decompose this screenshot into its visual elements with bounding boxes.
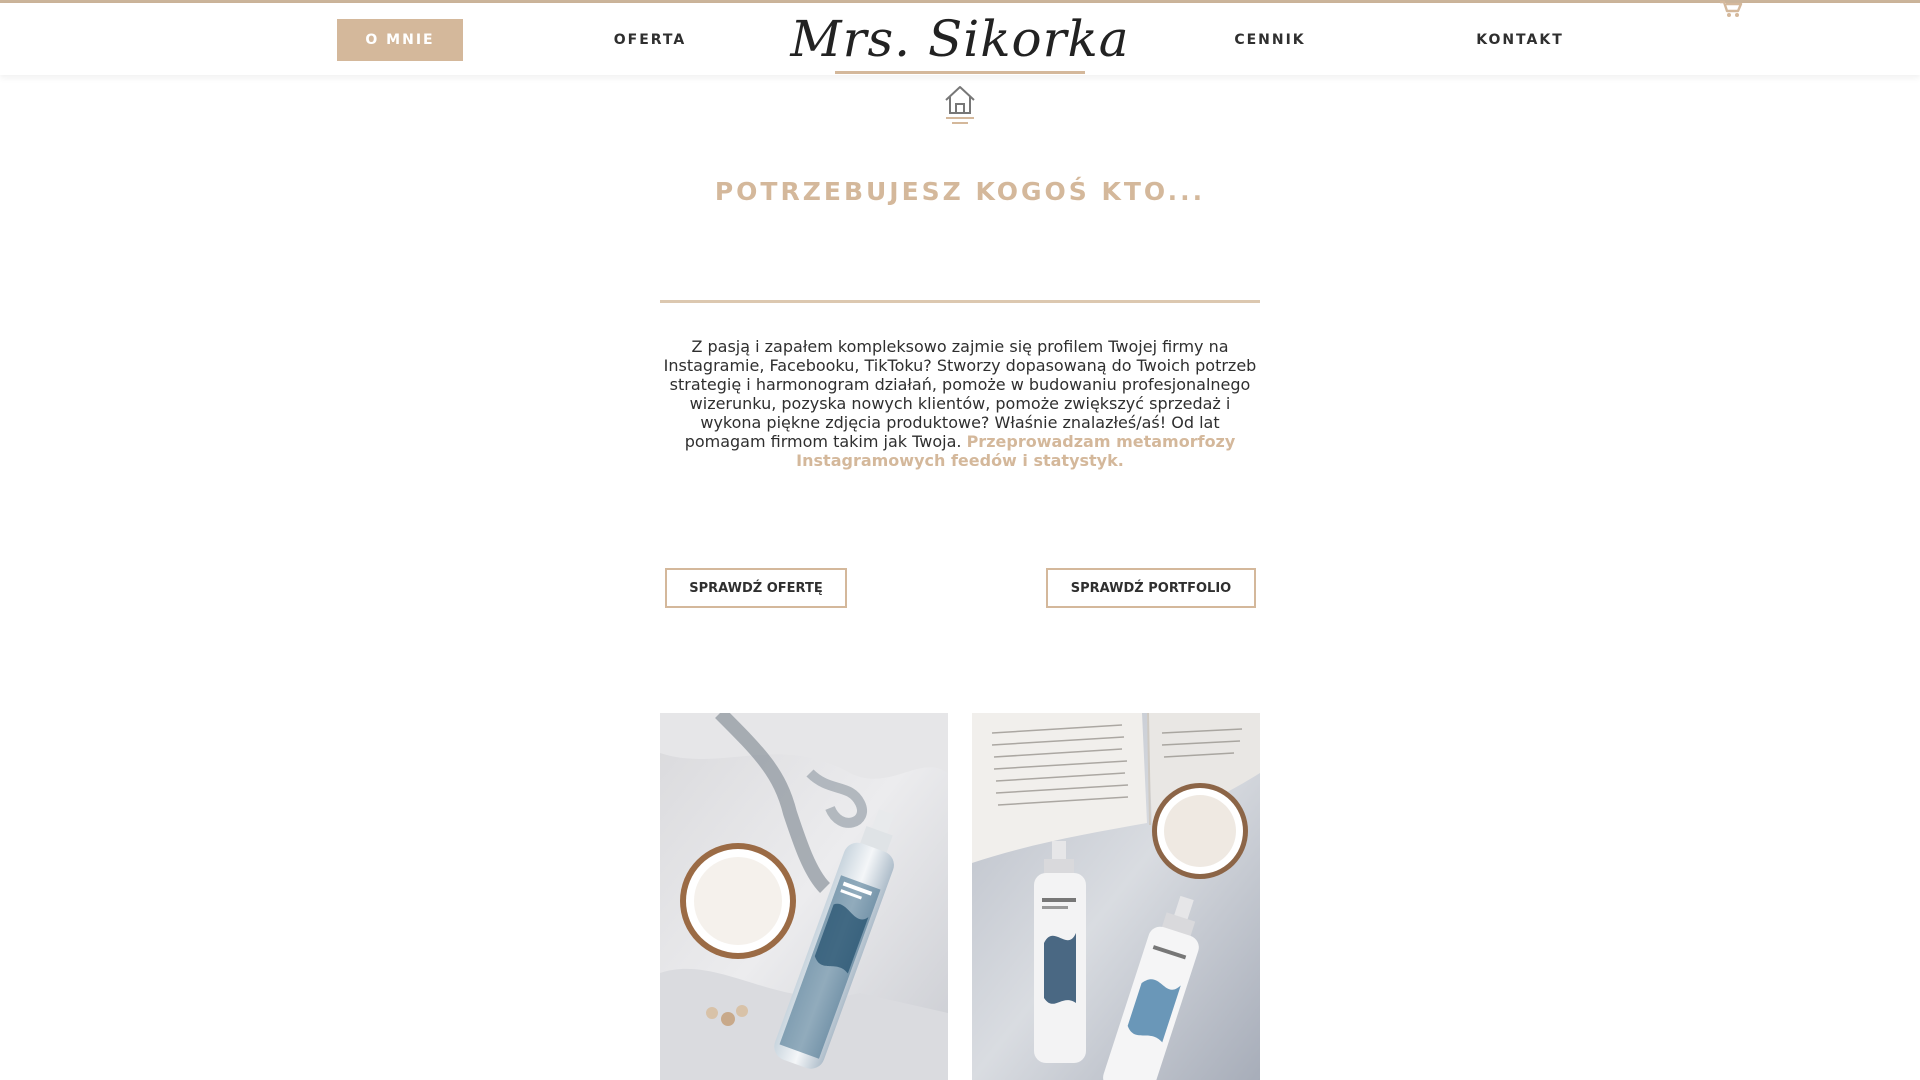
logo-underline (835, 71, 1085, 74)
logo-text: Mrs. Sikorka (790, 10, 1130, 68)
nav-item-cennik[interactable]: CENNIK (1200, 19, 1340, 61)
nav-item-oferta[interactable]: OFERTA (580, 19, 720, 61)
nav-item-o-mnie[interactable]: O MNIE (337, 19, 463, 61)
section-divider (660, 300, 1260, 303)
home-icon[interactable] (940, 80, 980, 128)
nav-item-kontakt[interactable]: KONTAKT (1450, 19, 1590, 61)
check-portfolio-button[interactable]: SPRAWDŹ PORTFOLIO (1046, 568, 1256, 608)
page-headline: POTRZEBUJESZ KOGOŚ KTO... (714, 176, 1206, 206)
gallery-image-1[interactable] (660, 713, 948, 1080)
intro-paragraph: Z pasją i zapałem kompleksowo zajmie się… (660, 337, 1260, 470)
check-offer-button[interactable]: SPRAWDŹ OFERTĘ (665, 568, 847, 608)
site-logo[interactable]: Mrs. Sikorka (790, 7, 1129, 79)
site-header: O MNIE OFERTA Mrs. Sikorka CENNIK KONTAK… (0, 3, 1920, 75)
cart-icon[interactable] (1718, 0, 1744, 18)
gallery-image-2[interactable] (972, 713, 1260, 1080)
